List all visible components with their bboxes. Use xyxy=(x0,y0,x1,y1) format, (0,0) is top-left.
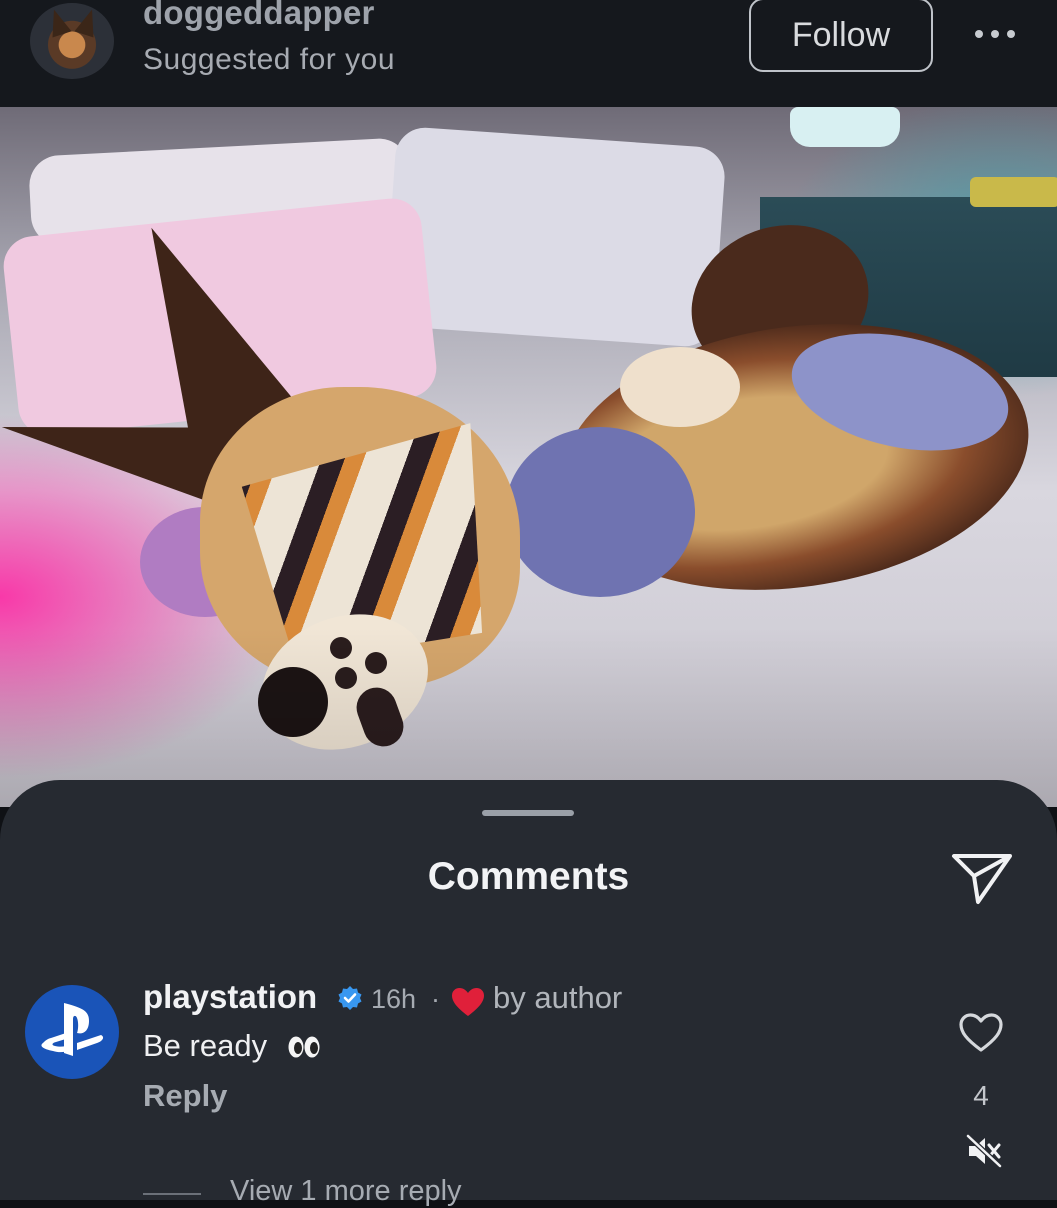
playstation-logo-icon xyxy=(41,1003,104,1056)
like-count: 4 xyxy=(973,1080,989,1111)
yellow-object-shape xyxy=(970,177,1057,207)
eyes-emoji-icon xyxy=(288,1036,320,1058)
liked-by-author-label: by author xyxy=(493,980,623,1015)
fursuit-white-patch xyxy=(620,347,740,427)
profile-avatar[interactable] xyxy=(30,3,114,79)
more-horizontal-icon[interactable] xyxy=(975,22,1023,46)
comments-title: Comments xyxy=(427,855,630,898)
comments-sheet: Comments playstation 16h · by author Be … xyxy=(0,780,1057,1207)
post-username[interactable]: doggeddapper xyxy=(143,0,375,32)
post-header: doggeddapper Suggested for you Follow xyxy=(0,0,1057,107)
reply-button[interactable]: Reply xyxy=(143,1078,227,1114)
lamp-shape xyxy=(790,107,900,147)
comment-text: Be ready xyxy=(143,1028,268,1063)
author-liked-heart-icon xyxy=(452,988,484,1016)
heart-outline-icon[interactable] xyxy=(958,1012,1004,1054)
avatar-ear-right xyxy=(74,6,102,38)
playstation-avatar[interactable] xyxy=(25,985,119,1079)
pillow-shape xyxy=(383,125,727,349)
comment-username[interactable]: playstation xyxy=(143,978,317,1016)
verified-badge-icon xyxy=(338,986,362,1010)
separator-dot: · xyxy=(431,984,440,1014)
drag-handle[interactable] xyxy=(482,810,574,816)
send-icon[interactable] xyxy=(950,850,1014,906)
fursuit-blue-patch xyxy=(505,427,695,597)
suggested-label: Suggested for you xyxy=(143,43,396,76)
post-image[interactable] xyxy=(0,107,1057,807)
view-more-replies-button[interactable]: View 1 more reply xyxy=(230,1175,462,1208)
muted-speaker-icon[interactable] xyxy=(966,1134,1002,1168)
follow-button[interactable]: Follow xyxy=(749,0,933,72)
view-replies-divider xyxy=(143,1193,201,1195)
avatar-ear-left xyxy=(44,6,72,38)
comment-timestamp: 16h xyxy=(371,984,417,1014)
